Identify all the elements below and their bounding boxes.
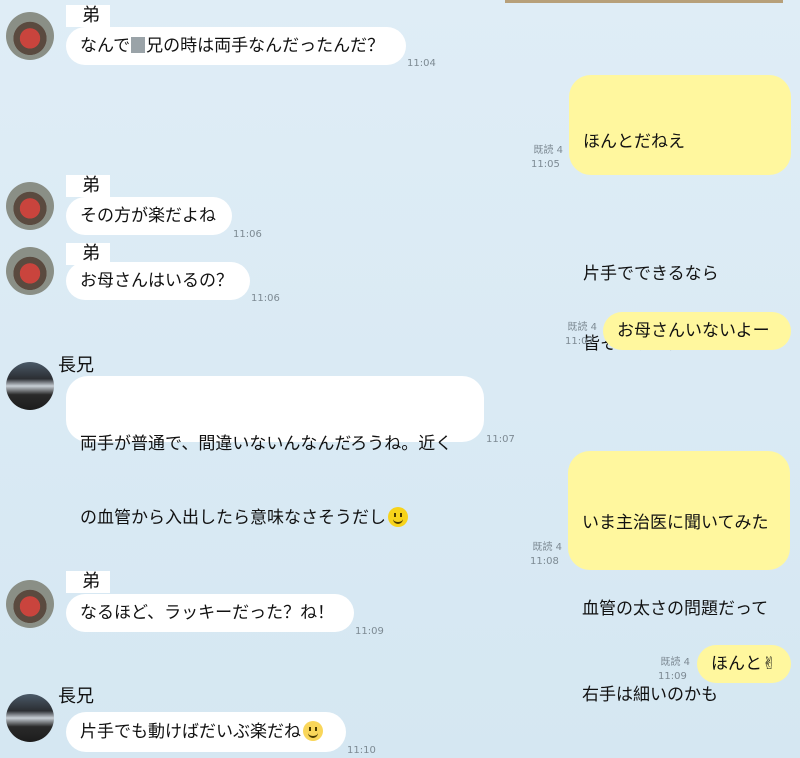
- sender-name: 弟: [66, 175, 110, 197]
- sender-name: 長兄: [58, 686, 94, 707]
- message-line-blank: [583, 200, 777, 214]
- incoming-message-bubble[interactable]: 片手でも動けばだいぶ楽だね: [66, 712, 346, 752]
- avatar-otouto[interactable]: [6, 12, 54, 60]
- incoming-message-bubble[interactable]: お母さんはいるの？: [66, 262, 250, 300]
- sender-name: 弟: [66, 571, 110, 593]
- message-time: 11:06: [251, 293, 280, 304]
- outgoing-message-bubble[interactable]: お母さんいないよー: [603, 312, 791, 350]
- message-text: なんで: [80, 36, 131, 56]
- message-text: 片手でも動けばだいぶ楽だね: [80, 722, 301, 742]
- message-time: 11:10: [347, 745, 376, 756]
- sender-name: 長兄: [58, 355, 94, 376]
- avatar-otouto[interactable]: [6, 182, 54, 230]
- incoming-message-bubble[interactable]: なるほど、ラッキーだった？ね！: [66, 594, 354, 632]
- message-line: 片手でできるなら: [583, 264, 719, 284]
- top-image-strip: [505, 0, 783, 3]
- message-text: お母さんいないよー: [617, 321, 770, 341]
- outgoing-message-bubble[interactable]: ほんと✌: [697, 645, 791, 683]
- read-receipt: 既読 4: [567, 322, 597, 333]
- avatar-otouto[interactable]: [6, 580, 54, 628]
- incoming-message-bubble[interactable]: なんで 兄の時は両手なんだったんだ？: [66, 27, 406, 65]
- message-time: 11:08: [530, 556, 559, 567]
- redacted-mark: [131, 37, 146, 53]
- message-time: 11:06: [233, 229, 262, 240]
- message-line: いま主治医に聞いてみた: [582, 513, 769, 533]
- message-time: 11:07: [565, 336, 594, 347]
- message-line: ほんとだねえ: [583, 132, 685, 152]
- message-text: なるほど、ラッキーだった？ね！: [80, 603, 335, 623]
- chat-window[interactable]: 弟 なんで 兄の時は両手なんだったんだ？ 11:04 既読 4 11:05 ほんと…: [0, 0, 800, 758]
- message-text: ほんと✌: [711, 654, 777, 674]
- outgoing-message-bubble[interactable]: いま主治医に聞いてみた 血管の太さの問題だって 右手は細いのかも: [568, 451, 790, 705]
- message-time: 11:09: [355, 626, 384, 637]
- avatar-choukei[interactable]: [6, 362, 54, 410]
- message-time: 11:05: [531, 159, 560, 170]
- smile-emoji-icon: [388, 507, 408, 527]
- read-receipt: 既読 4: [532, 542, 562, 553]
- incoming-message-bubble[interactable]: 両手が普通で、間違いないんなんだろうね。近く の血管から入出したら意味なさそうだ…: [66, 376, 484, 528]
- message-text: その方が楽だよね: [80, 206, 216, 226]
- avatar-otouto[interactable]: [6, 247, 54, 295]
- incoming-message-bubble[interactable]: その方が楽だよね: [66, 197, 232, 235]
- outgoing-message-bubble[interactable]: ほんとだねえ 片手でできるなら 皆そうすればいいのにね: [569, 75, 791, 354]
- read-receipt: 既読 4: [660, 657, 690, 668]
- message-text: お母さんはいるの？: [80, 271, 233, 291]
- message-text: 兄の時は両手なんだったんだ？: [146, 36, 385, 56]
- avatar-choukei[interactable]: [6, 694, 54, 742]
- message-time: 11:09: [658, 671, 687, 682]
- message-time: 11:04: [407, 58, 436, 69]
- sender-name: 弟: [66, 5, 110, 27]
- message-line: 両手が普通で、間違いないんなんだろうね。近く: [80, 434, 453, 454]
- message-time: 11:07: [486, 434, 515, 445]
- blush-emoji-icon: [303, 721, 323, 741]
- read-receipt: 既読 4: [533, 145, 563, 156]
- message-line: 血管の太さの問題だって: [582, 599, 769, 619]
- message-line: の血管から入出したら意味なさそうだし: [80, 508, 386, 528]
